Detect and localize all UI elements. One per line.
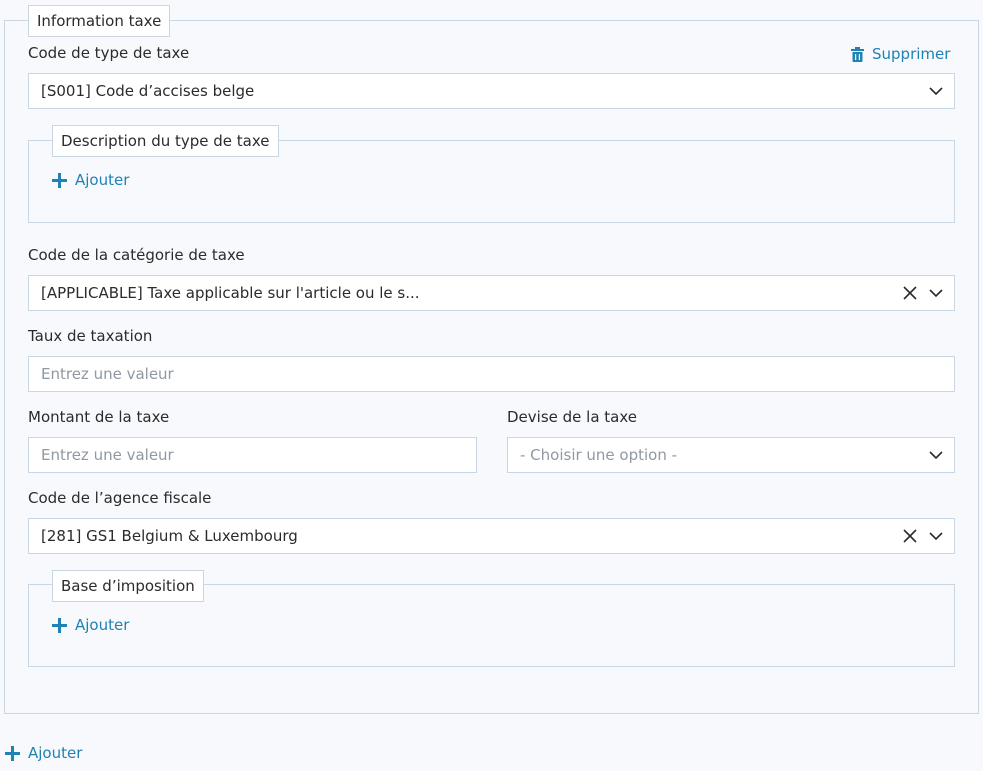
chevron-down-icon[interactable] [928, 83, 944, 99]
tax-info-legend: Information taxe [28, 5, 171, 37]
add-tax-info-button[interactable]: Ajouter [5, 744, 82, 762]
tax-amount-label: Montant de la taxe [28, 408, 170, 426]
tax-rate-label: Taux de taxation [28, 327, 153, 345]
tax-type-code-select[interactable]: [S001] Code d’accises belge [28, 73, 955, 109]
tax-agency-code-value: [281] GS1 Belgium & Luxembourg [41, 527, 298, 545]
clear-icon[interactable] [902, 285, 918, 301]
tax-currency-label: Devise de la taxe [507, 408, 637, 426]
plus-icon [5, 745, 20, 761]
chevron-down-icon[interactable] [928, 447, 944, 463]
tax-amount-field [28, 437, 477, 473]
plus-icon [52, 172, 67, 188]
add-tax-basis-button[interactable]: Ajouter [52, 616, 129, 634]
add-label: Ajouter [75, 616, 130, 634]
add-tax-type-description-button[interactable]: Ajouter [52, 171, 129, 189]
tax-rate-input[interactable] [29, 357, 954, 391]
tax-agency-code-select[interactable]: [281] GS1 Belgium & Luxembourg [28, 518, 955, 554]
tax-category-code-label: Code de la catégorie de taxe [28, 246, 245, 264]
tax-category-code-select[interactable]: [APPLICABLE] Taxe applicable sur l'artic… [28, 275, 955, 311]
delete-label: Supprimer [872, 45, 951, 63]
tax-rate-field [28, 356, 955, 392]
tax-agency-code-label: Code de l’agence fiscale [28, 489, 212, 507]
tax-amount-input[interactable] [29, 438, 476, 472]
delete-button[interactable]: Supprimer [851, 45, 950, 63]
add-label: Ajouter [75, 171, 130, 189]
tax-category-code-value: [APPLICABLE] Taxe applicable sur l'artic… [41, 284, 420, 302]
tax-currency-select[interactable]: - Choisir une option - [507, 437, 955, 473]
tax-basis-legend: Base d’imposition [52, 570, 204, 602]
chevron-down-icon[interactable] [928, 285, 944, 301]
tax-currency-placeholder: - Choisir une option - [520, 446, 678, 464]
tax-type-code-label: Code de type de taxe [28, 44, 190, 62]
tax-type-description-legend: Description du type de taxe [52, 125, 279, 157]
trash-icon [851, 46, 864, 62]
clear-icon[interactable] [902, 528, 918, 544]
add-label: Ajouter [28, 744, 83, 762]
plus-icon [52, 617, 67, 633]
chevron-down-icon[interactable] [928, 528, 944, 544]
tax-type-code-value: [S001] Code d’accises belge [41, 82, 255, 100]
